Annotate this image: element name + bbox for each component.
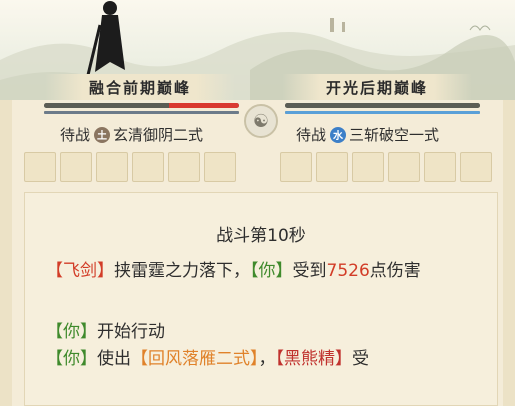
water-element-icon: 水 bbox=[330, 126, 347, 143]
yin-yang-icon: ☯ bbox=[244, 104, 278, 138]
right-frame bbox=[503, 100, 515, 406]
log-text: 开始行动 bbox=[97, 322, 165, 342]
buff-slot bbox=[424, 152, 456, 182]
log-text: 【你】 bbox=[46, 349, 97, 369]
player-technique: 玄清御阴二式 bbox=[113, 126, 204, 144]
left-frame bbox=[0, 100, 12, 406]
enemy-status: 待战 水 三斩破空一式 bbox=[296, 124, 439, 145]
buff-slot bbox=[352, 152, 384, 182]
log-text: 【你】 bbox=[250, 261, 293, 281]
battle-log-panel[interactable]: 战斗第10秒 【飞剑】挟雷霆之力落下，【你】受到7526点伤害 【你】开始行动 【你… bbox=[24, 192, 498, 406]
player-status: 待战 土 玄清御阴二式 bbox=[60, 124, 203, 145]
log-entry: 【你】开始行动 bbox=[46, 319, 486, 346]
buff-slot bbox=[24, 152, 56, 182]
player-mp-bar bbox=[44, 111, 239, 114]
player-realm: 融合前期巅峰 bbox=[88, 78, 191, 97]
log-text: 使出 bbox=[97, 349, 131, 369]
earth-element-icon: 土 bbox=[94, 126, 111, 143]
player-status-label: 待战 bbox=[60, 126, 91, 144]
log-text: 【黑熊精】 bbox=[275, 349, 353, 369]
buff-slot bbox=[168, 152, 200, 182]
enemy-technique: 三斩破空一式 bbox=[349, 126, 440, 144]
log-text: 【回风落雁二式】 bbox=[131, 349, 259, 369]
log-text: 7526 bbox=[326, 261, 370, 281]
enemy-hp-bar bbox=[285, 103, 480, 108]
buff-slot bbox=[280, 152, 312, 182]
log-text: 受 bbox=[352, 349, 369, 369]
enemy-bars bbox=[285, 103, 480, 117]
log-spacer bbox=[46, 285, 486, 319]
log-text: 【你】 bbox=[46, 322, 97, 342]
log-text: 挟雷霆之力落下， bbox=[114, 261, 250, 281]
player-bars bbox=[44, 103, 239, 117]
log-text: 受到 bbox=[292, 261, 327, 281]
buff-slot bbox=[96, 152, 128, 182]
log-text: 点伤害 bbox=[369, 261, 421, 281]
enemy-realm: 开光后期巅峰 bbox=[325, 78, 428, 97]
buff-slot bbox=[460, 152, 492, 182]
enemy-mp-bar bbox=[285, 111, 480, 114]
enemy-status-label: 待战 bbox=[296, 126, 327, 144]
buff-slot bbox=[60, 152, 92, 182]
buff-slot bbox=[388, 152, 420, 182]
buff-slot bbox=[204, 152, 236, 182]
player-realm-plate: 融合前期巅峰 bbox=[45, 74, 235, 100]
enemy-buff-slots bbox=[280, 152, 492, 182]
battle-time-title: 战斗第10秒 bbox=[216, 226, 306, 246]
log-entry: 【飞剑】挟雷霆之力落下，【你】受到7526点伤害 bbox=[46, 258, 486, 285]
enemy-realm-plate: 开光后期巅峰 bbox=[282, 74, 472, 100]
log-text: ， bbox=[258, 349, 276, 369]
battle-log: 【飞剑】挟雷霆之力落下，【你】受到7526点伤害 【你】开始行动 【你】使出【回风落… bbox=[46, 258, 486, 373]
buff-slot bbox=[132, 152, 164, 182]
log-text: 【飞剑】 bbox=[46, 261, 114, 281]
buff-slot bbox=[316, 152, 348, 182]
log-entry: 【你】使出【回风落雁二式】，【黑熊精】受 bbox=[46, 346, 486, 373]
player-hp-bar bbox=[44, 103, 239, 108]
player-buff-slots bbox=[24, 152, 236, 182]
cultivator-silhouette-icon bbox=[86, 1, 125, 76]
